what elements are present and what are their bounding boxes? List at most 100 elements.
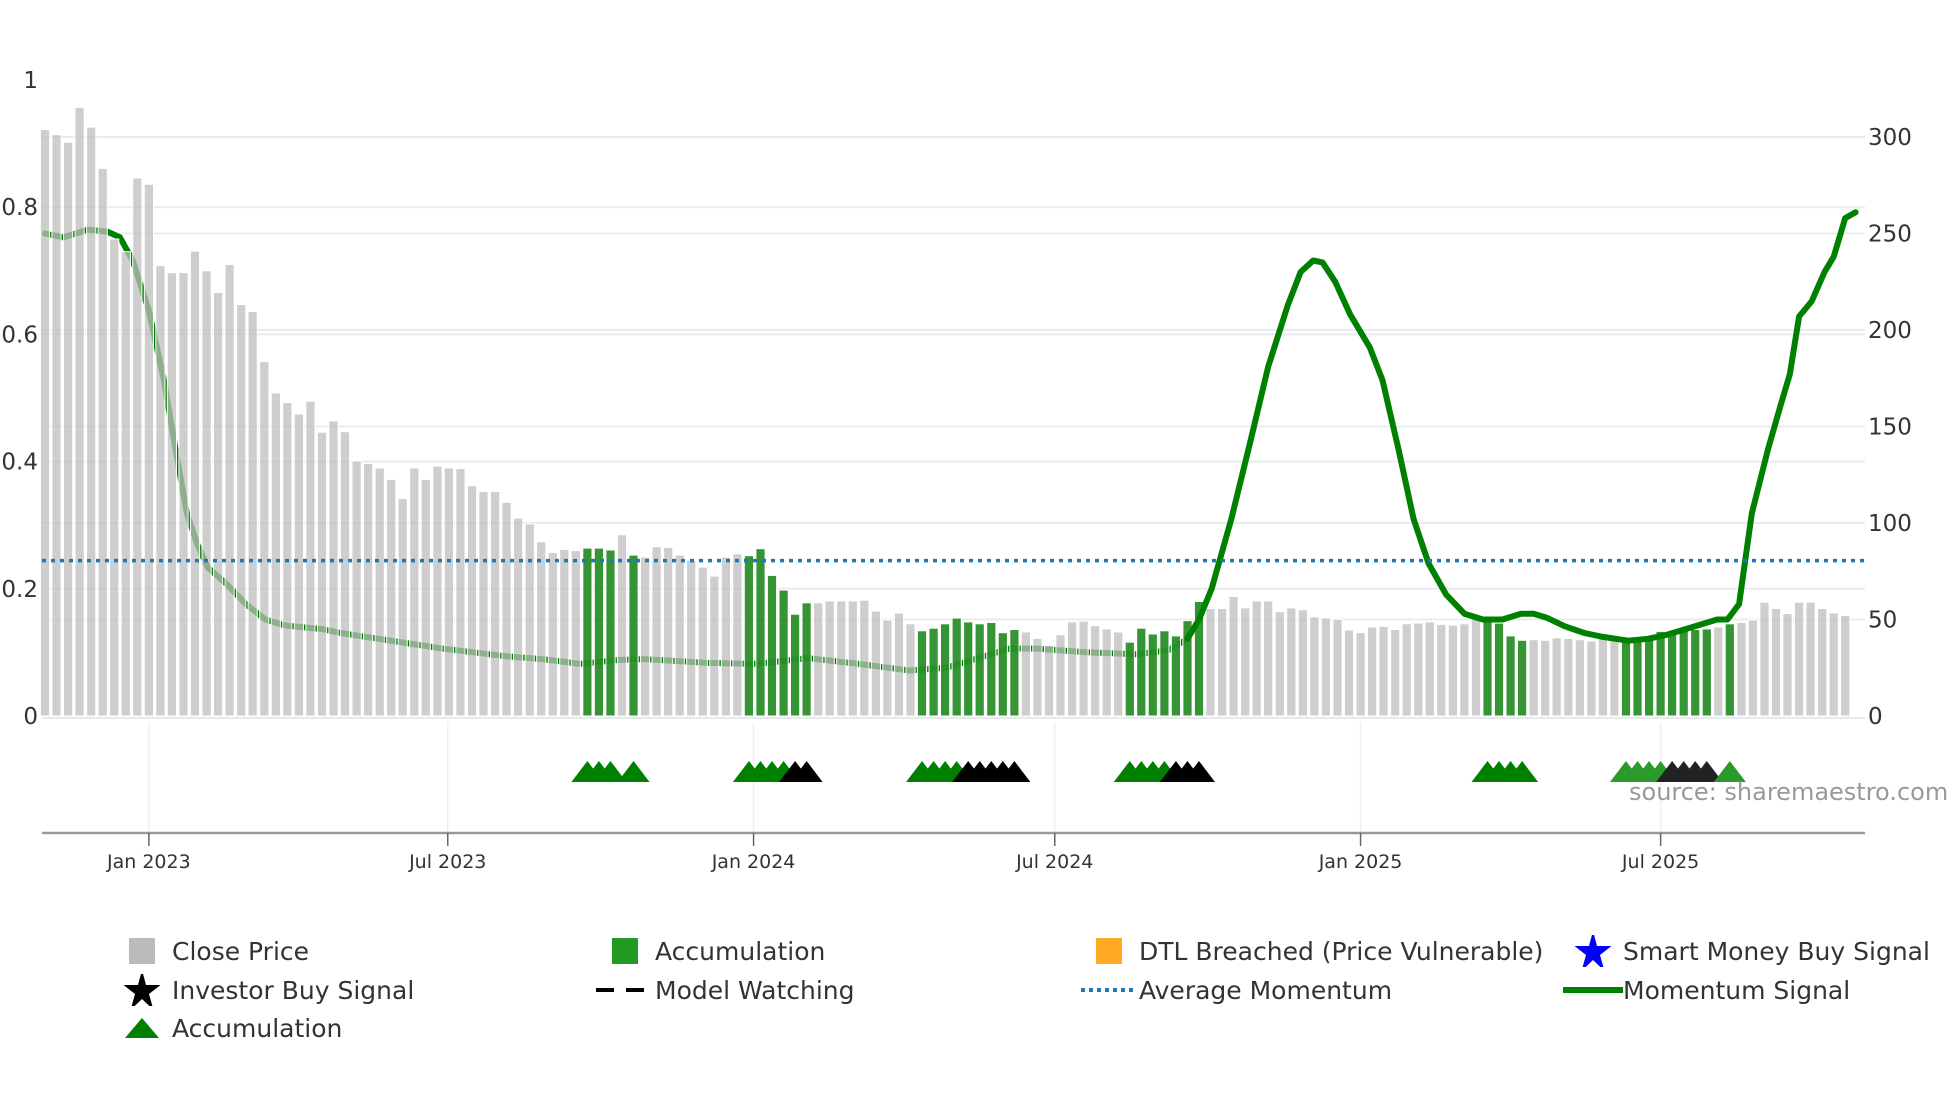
close-price-bar bbox=[1470, 618, 1482, 717]
close-price-bar bbox=[1759, 601, 1770, 717]
close-price-bar bbox=[1805, 601, 1816, 717]
legend-smart-money[interactable]: Smart Money Buy Signal bbox=[1563, 931, 1930, 971]
close-price-bar bbox=[1067, 621, 1078, 717]
close-price-bar bbox=[501, 501, 512, 717]
close-price-bar bbox=[1228, 595, 1239, 717]
legend-average-momentum[interactable]: Average Momentum bbox=[1079, 974, 1392, 1006]
accumulation-bar bbox=[916, 630, 928, 717]
close-price-bar bbox=[1217, 608, 1228, 717]
legend-label: Investor Buy Signal bbox=[172, 975, 415, 1005]
black-star-icon bbox=[112, 970, 172, 1010]
close-price-bar bbox=[870, 610, 881, 717]
close-price-bar bbox=[536, 541, 547, 717]
close-price-bar bbox=[651, 546, 662, 717]
close-price-bar bbox=[720, 556, 731, 717]
price-bars bbox=[39, 106, 1851, 717]
close-price-bar bbox=[166, 272, 178, 717]
close-price-bar bbox=[189, 250, 201, 717]
close-price-bar bbox=[1367, 626, 1378, 717]
close-price-bar bbox=[1447, 624, 1459, 717]
legend-investor-buy[interactable]: Investor Buy Signal bbox=[112, 970, 415, 1010]
close-price-bar bbox=[559, 548, 570, 717]
close-price-bar bbox=[813, 602, 824, 717]
signal-markers bbox=[571, 761, 1746, 782]
close-price-bar bbox=[490, 491, 501, 717]
close-price-bar bbox=[1205, 608, 1216, 717]
x-tick-label: Jul 2023 bbox=[408, 851, 486, 873]
close-price-bar bbox=[339, 431, 351, 717]
close-price-bar bbox=[1597, 638, 1609, 717]
accumulation-bar bbox=[1620, 638, 1632, 717]
close-price-bar bbox=[1390, 629, 1401, 717]
close-price-bar bbox=[1020, 631, 1031, 717]
legend-dtl-breached[interactable]: DTL Breached (Price Vulnerable) bbox=[1079, 935, 1543, 967]
close-price-bar bbox=[1113, 631, 1124, 717]
close-price-bar bbox=[455, 468, 466, 717]
close-price-bar bbox=[1055, 634, 1066, 717]
right-tick-label: 250 bbox=[1868, 222, 1912, 248]
legend-accumulation-bar[interactable]: Accumulation bbox=[595, 935, 825, 967]
close-price-bar bbox=[513, 517, 524, 717]
accumulation-bar bbox=[778, 589, 789, 717]
close-price-bar bbox=[1586, 640, 1597, 717]
close-price-bar bbox=[686, 559, 697, 717]
accumulation-bar bbox=[1655, 630, 1666, 717]
right-tick-label: 200 bbox=[1868, 318, 1912, 344]
close-price-bar bbox=[882, 619, 893, 717]
close-price-bar bbox=[640, 556, 651, 717]
accumulation-bar bbox=[766, 574, 778, 717]
close-price-bar bbox=[1263, 600, 1274, 717]
close-price-bar bbox=[824, 600, 835, 717]
legend-momentum-signal[interactable]: Momentum Signal bbox=[1563, 974, 1850, 1006]
close-price-bar bbox=[1828, 612, 1839, 717]
close-price-bar bbox=[259, 361, 270, 717]
close-price-bar bbox=[443, 467, 454, 717]
blue-star-icon bbox=[1563, 931, 1623, 971]
green-triangle-icon bbox=[112, 1012, 172, 1044]
close-price-bar bbox=[1551, 637, 1562, 717]
close-price-bar bbox=[1101, 628, 1112, 717]
close-price-bar bbox=[120, 251, 131, 717]
green-line-icon bbox=[1563, 974, 1623, 1006]
right-tick-label: 100 bbox=[1868, 511, 1912, 537]
close-price-bar bbox=[1343, 629, 1355, 717]
left-tick-label: 0.2 bbox=[1, 577, 38, 603]
close-price-bar bbox=[293, 413, 304, 717]
close-price-bar bbox=[1320, 617, 1332, 717]
close-price-bar bbox=[905, 623, 916, 717]
accumulation-bar bbox=[1505, 635, 1516, 717]
accumulation-bar bbox=[997, 632, 1008, 717]
accumulation-bar bbox=[951, 617, 962, 717]
gray-square-icon bbox=[112, 935, 172, 967]
close-price-bar bbox=[524, 523, 535, 717]
close-price-bar bbox=[1401, 623, 1412, 717]
legend-accumulation-marker[interactable]: Accumulation bbox=[112, 1012, 342, 1044]
right-tick-label: 0 bbox=[1868, 704, 1883, 730]
close-price-bar bbox=[316, 431, 328, 717]
close-price-bar bbox=[1563, 637, 1574, 717]
close-price-bar bbox=[1609, 638, 1620, 717]
close-price-bar bbox=[363, 463, 374, 717]
x-tick-label: Jul 2025 bbox=[1621, 851, 1699, 873]
close-price-bar bbox=[1032, 637, 1043, 717]
close-price-bar bbox=[1747, 619, 1759, 717]
right-tick-label: 300 bbox=[1868, 125, 1912, 151]
close-price-bar bbox=[1574, 639, 1585, 717]
close-price-bar bbox=[570, 550, 581, 717]
orange-square-icon bbox=[1079, 935, 1139, 967]
legend-close-price[interactable]: Close Price bbox=[112, 935, 309, 967]
left-tick-label: 0.4 bbox=[1, 450, 38, 476]
close-price-bar bbox=[1794, 601, 1805, 717]
close-price-bar bbox=[1286, 607, 1297, 717]
close-price-bar bbox=[663, 547, 674, 717]
legend-model-watching[interactable]: Model Watching bbox=[595, 974, 855, 1006]
accumulation-bar bbox=[1170, 635, 1182, 717]
close-price-bar bbox=[847, 600, 858, 717]
close-price-bar bbox=[132, 177, 143, 717]
close-price-bar bbox=[201, 270, 212, 717]
legend-label: Model Watching bbox=[655, 975, 855, 1005]
close-price-bar bbox=[1251, 600, 1262, 717]
accumulation-bar bbox=[1690, 629, 1701, 717]
close-price-bar bbox=[143, 183, 155, 717]
x-tick-label: Jan 2023 bbox=[106, 851, 191, 873]
